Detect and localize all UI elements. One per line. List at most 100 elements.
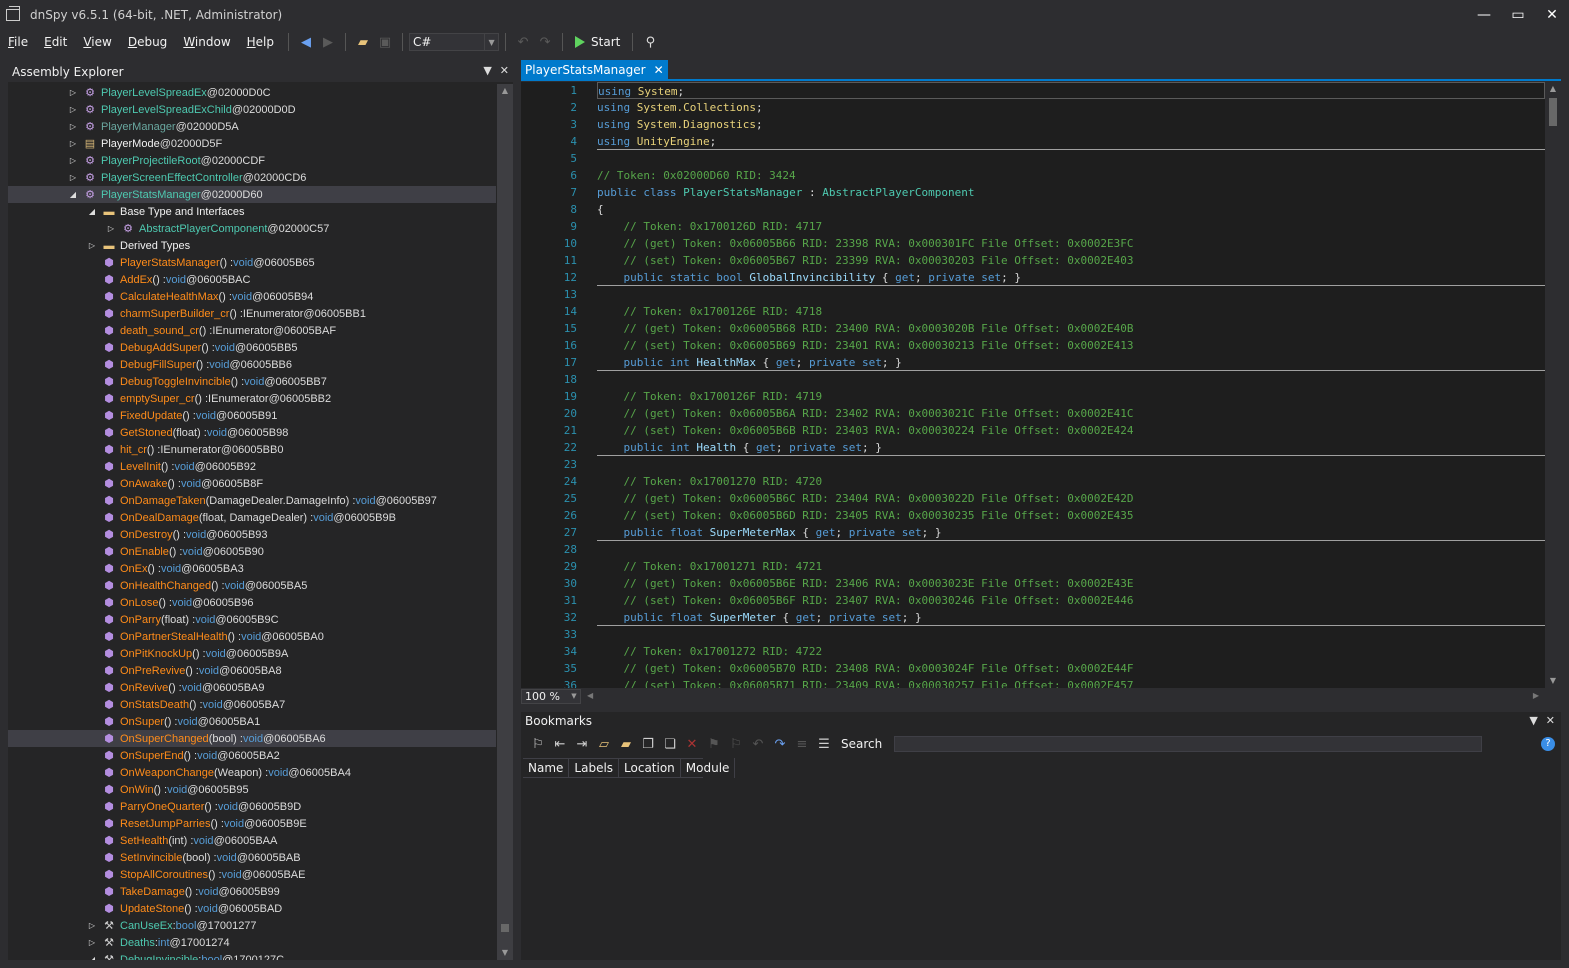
expand-toggle-icon[interactable]: ◢ — [87, 207, 97, 216]
tree-row[interactable]: ⬢ LevelInit() : void @06005B92 — [8, 458, 496, 475]
tree-row[interactable]: ▷ ⚙ PlayerManager @02000D5A — [8, 118, 496, 135]
tree-row[interactable]: ▷ ▤ PlayerMode @02000D5F — [8, 135, 496, 152]
help-icon[interactable]: ? — [1541, 737, 1555, 751]
tree-row[interactable]: ⬢ DebugFillSuper() : void @06005BB6 — [8, 356, 496, 373]
tree-row[interactable]: ⬢ SetHealth (int) : void @06005BAA — [8, 832, 496, 849]
undo-icon[interactable]: ↶ — [512, 32, 534, 52]
start-button[interactable]: Start — [569, 35, 626, 49]
tree-row[interactable]: ⬢ OnSuper() : void @06005BA1 — [8, 713, 496, 730]
dropdown-icon[interactable]: ▼ — [483, 64, 491, 77]
scroll-down-icon[interactable]: ▼ — [497, 946, 513, 960]
code-line[interactable]: // Token: 0x1700126F RID: 4719 — [597, 388, 1545, 405]
minimize-button[interactable]: — — [1467, 0, 1501, 30]
code-line[interactable]: // Token: 0x1700126E RID: 4718 — [597, 303, 1545, 320]
close-button[interactable]: ✕ — [1535, 0, 1569, 30]
sort-icon[interactable]: ≡ — [791, 734, 813, 754]
code-line[interactable]: { — [597, 201, 1545, 218]
code-line[interactable]: // (get) Token: 0x06005B6C RID: 23404 RV… — [597, 490, 1545, 507]
code-line[interactable] — [597, 371, 1545, 388]
assembly-tree[interactable]: ▷ ⚙ PlayerLevelSpreadEx @02000D0C ▷ ⚙ PlayerL… — [8, 84, 496, 960]
scroll-thumb[interactable] — [501, 924, 509, 932]
code-line[interactable]: // (get) Token: 0x06005B70 RID: 23408 RV… — [597, 660, 1545, 677]
menu-view[interactable]: View — [75, 35, 119, 49]
tree-row[interactable]: ⬢ UpdateStone() : void @06005BAD — [8, 900, 496, 917]
editor-scrollbar[interactable]: ▲ ▼ — [1545, 82, 1561, 688]
code-line[interactable]: // (get) Token: 0x06005B66 RID: 23398 RV… — [597, 235, 1545, 252]
expand-toggle-icon[interactable]: ▷ — [68, 88, 78, 97]
tree-row[interactable]: ⬢ DebugToggleInvincible() : void @06005BB… — [8, 373, 496, 390]
menu-file[interactable]: File — [0, 35, 36, 49]
expand-toggle-icon[interactable]: ▷ — [87, 938, 97, 947]
code-line[interactable]: using System; — [597, 82, 1545, 99]
expand-toggle-icon[interactable]: ▷ — [68, 156, 78, 165]
tree-row[interactable]: ⬢ TakeDamage() : void @06005B99 — [8, 883, 496, 900]
tree-row[interactable]: ⬢ OnParry (float) : void @06005B9C — [8, 611, 496, 628]
zoom-select[interactable]: 100 % ▼ — [521, 688, 581, 704]
tree-row[interactable]: ⬢ charmSuperBuilder_cr() : IEnumerator @0… — [8, 305, 496, 322]
expand-toggle-icon[interactable]: ▷ — [106, 224, 116, 233]
expand-toggle-icon[interactable]: ◢ — [87, 955, 97, 960]
tree-row[interactable]: ⬢ OnPitKnockUp() : void @06005B9A — [8, 645, 496, 662]
tree-row[interactable]: ⬢ StopAllCoroutines() : void @06005BAE — [8, 866, 496, 883]
code-line[interactable]: // Token: 0x17001270 RID: 4720 — [597, 473, 1545, 490]
code-editor[interactable]: 1 2 3 4 5 6 7 8 9 10 11 12 13 14 15 16 17 18 19 20 21 22 23 24 2… — [521, 82, 1561, 688]
scroll-up-icon[interactable]: ▲ — [1545, 82, 1561, 96]
column-header-location[interactable]: Location — [619, 758, 681, 778]
delete-all-bookmarks-icon[interactable]: ⚑ — [703, 734, 725, 754]
expand-toggle-icon[interactable]: ▷ — [68, 173, 78, 182]
redo-icon[interactable]: ↷ — [769, 734, 791, 754]
editor-hscrollbar[interactable]: ◀ ▶ — [585, 689, 1541, 703]
code-line[interactable]: public float SuperMeterMax { get; privat… — [597, 524, 1545, 541]
tree-row[interactable]: ⬢ OnWeaponChange (Weapon) : void @06005BA4 — [8, 764, 496, 781]
delete-bookmark-icon[interactable]: ✕ — [681, 734, 703, 754]
column-header-name[interactable]: Name — [523, 758, 570, 778]
code-line[interactable] — [597, 150, 1545, 167]
close-icon[interactable]: ✕ — [654, 63, 664, 77]
tree-row[interactable]: ⬢ OnDestroy() : void @06005B93 — [8, 526, 496, 543]
save-icon[interactable]: ▣ — [374, 32, 396, 52]
tree-scrollbar[interactable]: ▲ ▼ — [497, 84, 513, 960]
tree-row[interactable]: ▷ ⚒ Deaths : int @17001274 — [8, 934, 496, 951]
expand-toggle-icon[interactable]: ▷ — [68, 139, 78, 148]
code-area[interactable]: using System; using System.Collections; us… — [597, 82, 1545, 688]
tree-row[interactable]: ◢ ▬ Base Type and Interfaces — [8, 203, 496, 220]
language-select[interactable]: C# ▼ — [409, 33, 500, 51]
tree-row[interactable]: ▷ ⚒ CanUseEx : bool @17001277 — [8, 917, 496, 934]
tree-row[interactable]: ◢ ⚙ PlayerStatsManager @02000D60 — [8, 186, 496, 203]
tree-row[interactable]: ▷ ⚙ AbstractPlayerComponent @02000C57 — [8, 220, 496, 237]
code-line[interactable]: public static bool GlobalInvincibility {… — [597, 269, 1545, 286]
open-icon[interactable]: ▰ — [352, 32, 374, 52]
tree-row[interactable]: ⬢ OnStatsDeath() : void @06005BA7 — [8, 696, 496, 713]
tree-row[interactable]: ▷ ⚙ PlayerScreenEffectController @02000CD6 — [8, 169, 496, 186]
tree-row[interactable]: ⬢ DebugAddSuper() : void @06005BB5 — [8, 339, 496, 356]
tree-row[interactable]: ⬢ OnPreRevive() : void @06005BA8 — [8, 662, 496, 679]
back-icon[interactable]: ◀ — [295, 32, 317, 52]
close-icon[interactable]: ✕ — [1546, 714, 1555, 727]
tab-player-stats-manager[interactable]: PlayerStatsManager ✕ — [521, 60, 668, 80]
scroll-down-icon[interactable]: ▼ — [1545, 674, 1561, 688]
code-line[interactable]: // (set) Token: 0x06005B69 RID: 23401 RV… — [597, 337, 1545, 354]
tree-row[interactable]: ⬢ OnSuperChanged (bool) : void @06005BA6 — [8, 730, 496, 747]
tree-row[interactable]: ⬢ emptySuper_cr() : IEnumerator @06005BB2 — [8, 390, 496, 407]
code-line[interactable]: // (set) Token: 0x06005B6F RID: 23407 RV… — [597, 592, 1545, 609]
prev-folder-bookmark-icon[interactable]: ▱ — [593, 734, 615, 754]
next-folder-bookmark-icon[interactable]: ▰ — [615, 734, 637, 754]
next-doc-bookmark-icon[interactable]: ❏ — [659, 734, 681, 754]
tree-row[interactable]: ⬢ CalculateHealthMax() : void @06005B94 — [8, 288, 496, 305]
expand-toggle-icon[interactable]: ◢ — [68, 190, 78, 199]
expand-toggle-icon[interactable]: ▷ — [68, 122, 78, 131]
dropdown-icon[interactable]: ▼ — [1529, 714, 1537, 727]
expand-toggle-icon[interactable]: ▷ — [87, 921, 97, 930]
tree-row[interactable]: ⬢ hit_cr() : IEnumerator @06005BB0 — [8, 441, 496, 458]
tree-row[interactable]: ⬢ OnHealthChanged() : void @06005BA5 — [8, 577, 496, 594]
toggle-bookmark-icon[interactable]: ⚐ — [527, 734, 549, 754]
next-bookmark-icon[interactable]: ⇥ — [571, 734, 593, 754]
code-line[interactable]: // Token: 0x17001272 RID: 4722 — [597, 643, 1545, 660]
prev-bookmark-icon[interactable]: ⇤ — [549, 734, 571, 754]
code-line[interactable]: public class PlayerStatsManager : Abstra… — [597, 184, 1545, 201]
tree-row[interactable]: ⬢ OnRevive() : void @06005BA9 — [8, 679, 496, 696]
menu-window[interactable]: Window — [175, 35, 238, 49]
menu-debug[interactable]: Debug — [120, 35, 175, 49]
tree-row[interactable]: ⬢ ParryOneQuarter() : void @06005B9D — [8, 798, 496, 815]
prev-doc-bookmark-icon[interactable]: ❐ — [637, 734, 659, 754]
